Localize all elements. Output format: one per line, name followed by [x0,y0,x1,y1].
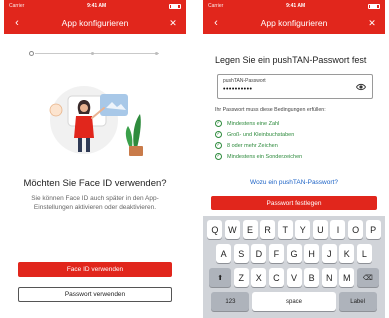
stepper-line [35,53,159,54]
faceid-illustration [49,86,143,156]
eye-icon[interactable] [356,82,366,92]
back-icon[interactable]: ‹ [11,16,23,30]
nav-title: App konfigurieren [260,18,328,28]
return-key[interactable]: Label [338,292,377,311]
battery-icon [368,3,380,9]
pushtan-info-link[interactable]: Wozu ein pushTAN-Passwort? [203,179,385,186]
key[interactable]: B [304,268,320,287]
backspace-icon[interactable]: ⌫ [356,268,379,287]
nav-bar: ‹ App konfigurieren ✕ [203,12,385,34]
battery-icon [169,3,181,9]
set-password-button[interactable]: Passwort festlegen [211,196,377,210]
key[interactable]: U [312,220,328,239]
faceid-description: Sie können Face ID auch später in den Ap… [31,195,159,211]
faceid-heading: Möchten Sie Face ID verwenden? [23,178,167,189]
password-field[interactable]: pushTAN-Passwort •••••••••• [217,74,373,99]
key[interactable]: X [251,268,267,287]
key[interactable]: C [268,268,284,287]
rule-label: Mindestens ein Sonderzeichen [227,153,303,160]
rule-label: Mindestens eine Zahl [227,120,280,127]
key[interactable]: K [339,244,355,263]
key[interactable]: T [277,220,293,239]
back-icon[interactable]: ‹ [210,16,222,30]
progress-stepper [29,50,159,58]
key[interactable]: M [339,268,355,287]
numbers-key[interactable]: 123 [211,292,250,311]
nav-title: App konfigurieren [61,18,129,28]
check-icon: ✓ [215,142,222,149]
rule-item: ✓ Mindestens ein Sonderzeichen [215,151,375,162]
password-heading: Legen Sie ein pushTAN-Passwort fest [215,55,367,65]
password-input[interactable]: •••••••••• [223,86,253,93]
shift-icon[interactable]: ⬆ [209,268,232,287]
key[interactable]: S [233,244,249,263]
rule-item: ✓ Mindestens eine Zahl [215,118,375,129]
key[interactable]: W [224,220,240,239]
check-icon: ✓ [215,131,222,138]
keyboard-row-4: 123 space Label [203,292,385,311]
faceid-screen: Carrier 9:41 AM ‹ App konfigurieren ✕ Mö… [4,0,186,318]
keyboard-row-2: A S D F G H J K L [203,244,385,263]
rule-label: Groß- und Kleinbuchstaben [227,131,295,138]
password-field-label: pushTAN-Passwort [223,78,266,84]
password-screen: Carrier 9:41 AM ‹ App konfigurieren ✕ Le… [203,0,385,318]
key[interactable]: I [330,220,346,239]
key[interactable]: Q [207,220,223,239]
carrier-label: Carrier [9,3,25,9]
key[interactable]: E [242,220,258,239]
rule-item: ✓ Groß- und Kleinbuchstaben [215,129,375,140]
check-icon: ✓ [215,120,222,127]
rule-label: 8 oder mehr Zeichen [227,142,278,149]
space-key[interactable]: space [252,292,336,311]
clock: 9:41 AM [87,3,107,9]
clock: 9:41 AM [286,3,306,9]
close-icon[interactable]: ✕ [167,16,179,30]
key[interactable]: N [321,268,337,287]
key[interactable]: O [348,220,364,239]
keyboard: Q W E R T Y U I O P A S D F G H J K L ⬆ … [203,216,385,318]
key[interactable]: D [251,244,267,263]
key[interactable]: P [365,220,381,239]
status-bar: Carrier 9:41 AM [4,0,186,12]
use-password-button[interactable]: Passwort verwenden [18,287,172,302]
key[interactable]: Y [295,220,311,239]
key[interactable]: V [286,268,302,287]
key[interactable]: J [321,244,337,263]
key[interactable]: F [268,244,284,263]
key[interactable]: H [304,244,320,263]
key[interactable]: Z [233,268,249,287]
step-dot-current [29,51,34,56]
carrier-label: Carrier [208,3,224,9]
rules-intro: Ihr Passwort muss diese Bedingungen erfü… [215,107,326,113]
key[interactable]: L [356,244,372,263]
status-bar: Carrier 9:41 AM [203,0,385,12]
keyboard-row-1: Q W E R T Y U I O P [203,220,385,239]
key[interactable]: A [216,244,232,263]
key[interactable]: G [286,244,302,263]
step-dot [155,52,158,55]
close-icon[interactable]: ✕ [366,16,378,30]
nav-bar: ‹ App konfigurieren ✕ [4,12,186,34]
password-rules: ✓ Mindestens eine Zahl ✓ Groß- und Klein… [215,118,375,162]
step-dot [91,52,94,55]
rule-item: ✓ 8 oder mehr Zeichen [215,140,375,151]
key[interactable]: R [260,220,276,239]
keyboard-row-3: ⬆ Z X C V B N M ⌫ [203,268,385,287]
check-icon: ✓ [215,153,222,160]
use-faceid-button[interactable]: Face ID verwenden [18,262,172,277]
